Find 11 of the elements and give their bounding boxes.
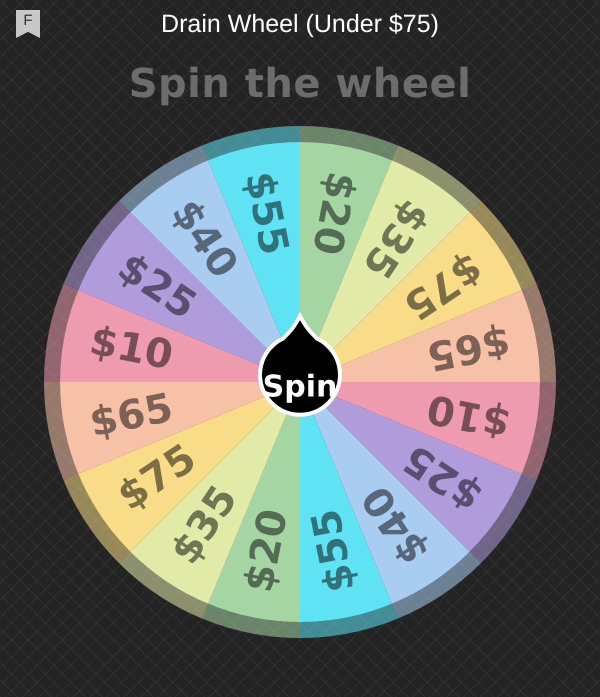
page-title: Drain Wheel (Under $75) bbox=[161, 12, 439, 36]
segment-label: $65 bbox=[423, 318, 514, 380]
bookmark-icon[interactable]: F bbox=[16, 10, 40, 38]
segment-label: $20 bbox=[236, 505, 298, 596]
segment-label: $55 bbox=[236, 168, 298, 259]
segment-label: $10 bbox=[423, 384, 514, 446]
segment-label: $10 bbox=[86, 318, 177, 380]
segment-label: $55 bbox=[302, 505, 364, 596]
segment-label: $20 bbox=[302, 168, 364, 259]
wheel-heading: Spin the wheel bbox=[128, 64, 472, 104]
segment-label: $65 bbox=[86, 384, 177, 446]
